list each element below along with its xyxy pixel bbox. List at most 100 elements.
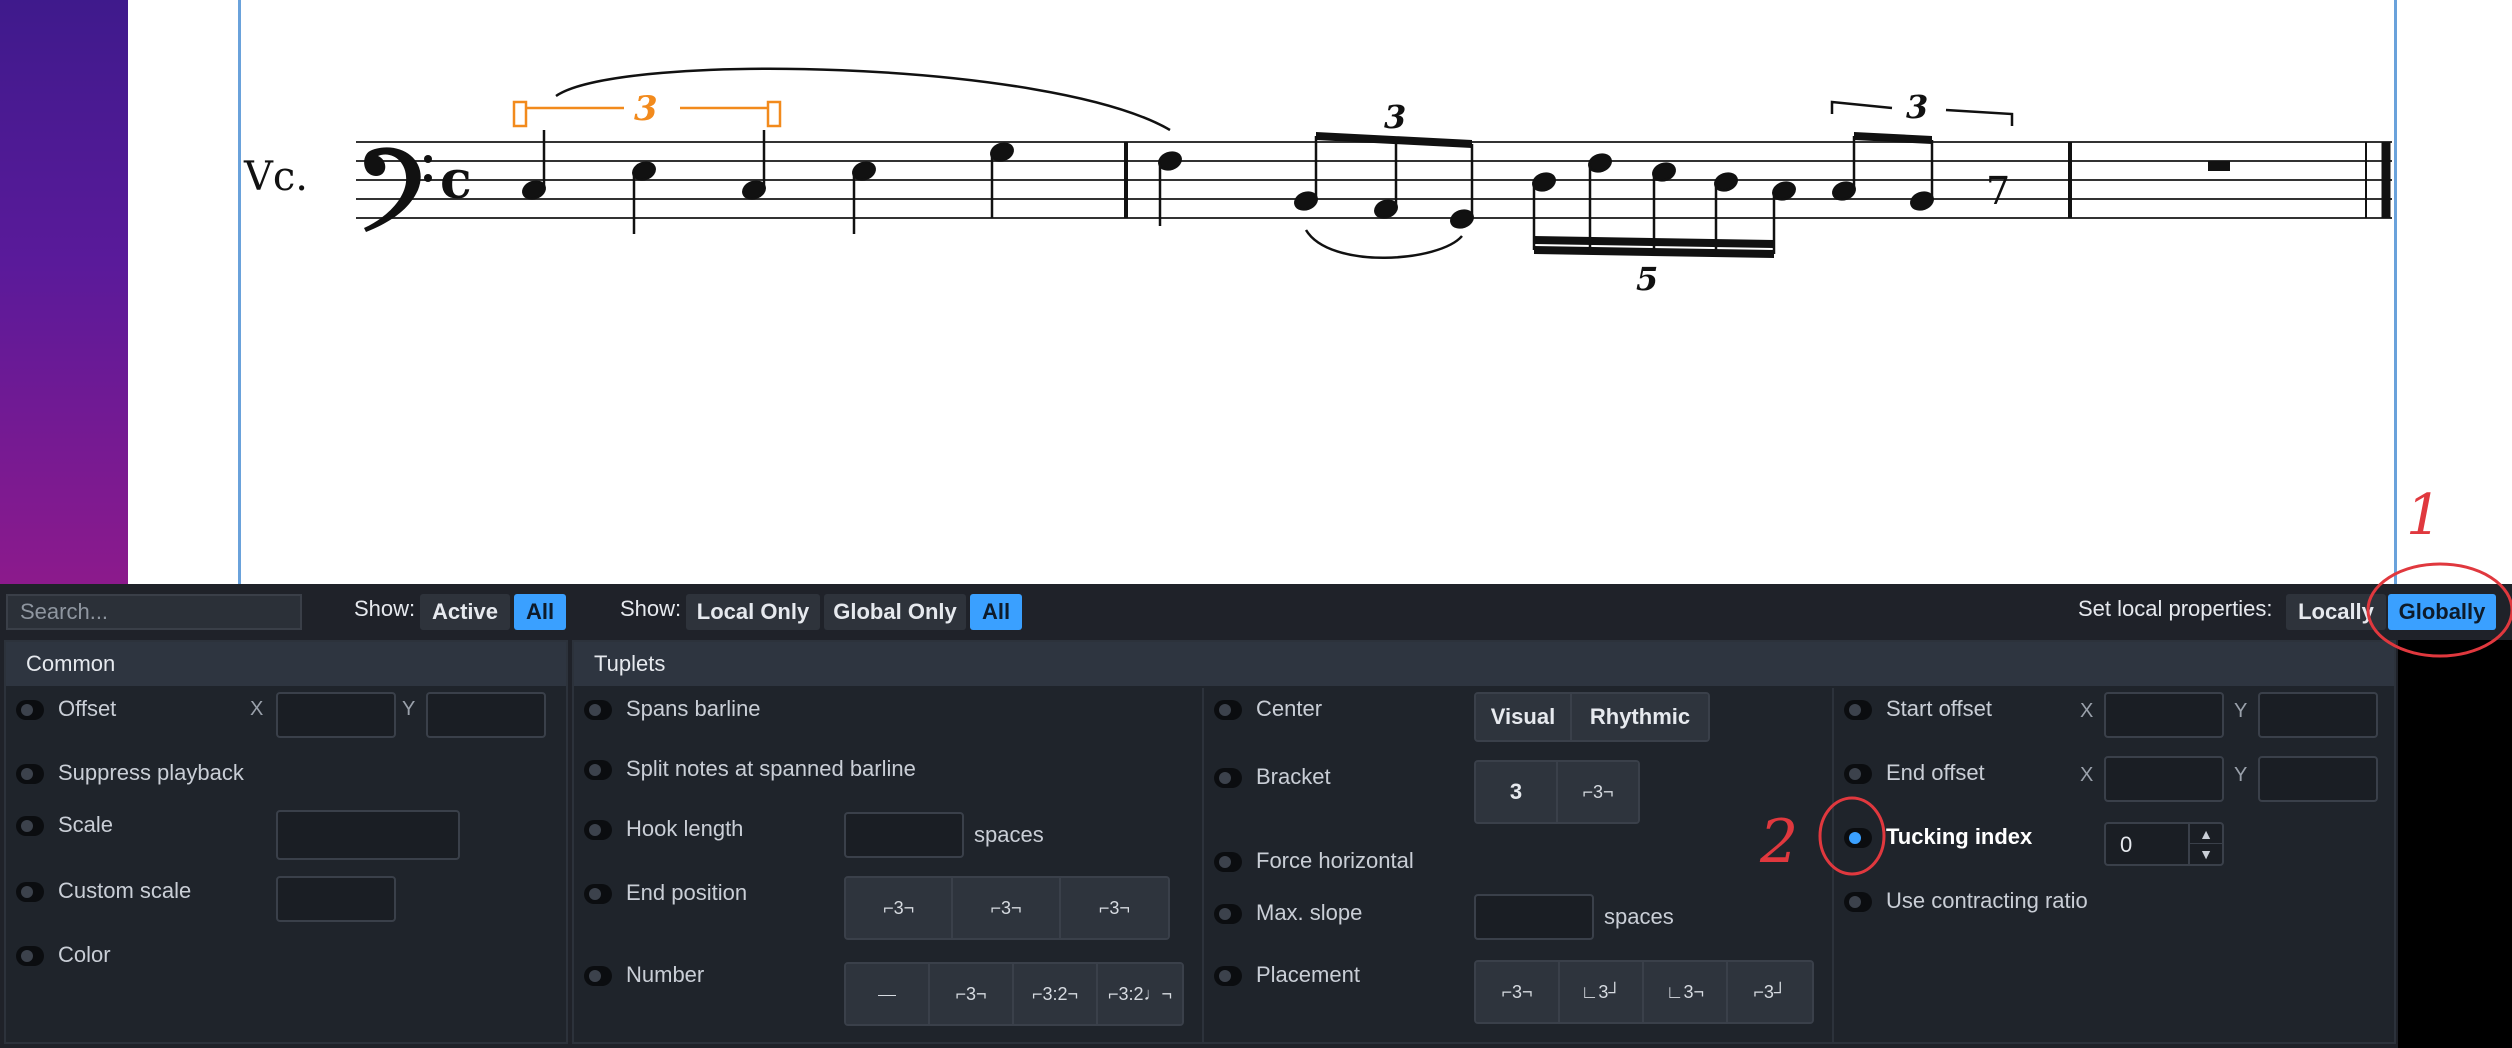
number-option-ratio[interactable]: ⌐3:2¬	[1014, 964, 1098, 1024]
measure-2-notes	[1158, 132, 1934, 258]
show-all-button[interactable]: All	[514, 594, 566, 630]
show-active-button[interactable]: Active	[420, 594, 510, 630]
tucking-index-label: Tucking index	[1886, 824, 2033, 849]
y-label: Y	[2234, 764, 2248, 786]
tuplet-number: 3	[1384, 98, 1406, 136]
tuplet-number-selected: 3	[634, 89, 658, 129]
offset-toggle[interactable]	[16, 700, 44, 720]
end-offset-x-input[interactable]	[2104, 756, 2224, 802]
end-position-option-1[interactable]: ⌐3¬	[846, 878, 954, 938]
end-offset-y-input[interactable]	[2258, 756, 2378, 802]
tuplets-panel: Tuplets Spans barline Split notes at spa…	[572, 640, 2396, 1044]
tuplet-number: 3	[1906, 88, 1928, 126]
bracket-bracket-button[interactable]: ⌐3¬	[1558, 762, 1638, 822]
number-toggle[interactable]	[584, 966, 612, 986]
locally-button[interactable]: Locally	[2286, 594, 2386, 630]
split-notes-toggle[interactable]	[584, 760, 612, 780]
bracket-none-button[interactable]: 3	[1476, 762, 1558, 822]
common-panel: Common Offset X Y Suppress playback Scal…	[4, 640, 568, 1044]
chevron-up-icon[interactable]: ▲	[2190, 824, 2222, 844]
column-divider	[1202, 688, 1204, 1044]
offset-y-input[interactable]	[426, 692, 546, 738]
placement-option-4[interactable]: ⌐3┘	[1728, 962, 1812, 1022]
set-local-properties-label: Set local properties:	[2078, 596, 2273, 621]
placement-toggle[interactable]	[1214, 966, 1242, 986]
bracket-options: 3 ⌐3¬	[1474, 760, 1640, 824]
offset-label: Offset	[58, 696, 117, 721]
x-label: X	[2080, 700, 2094, 722]
offset-x-input[interactable]	[276, 692, 396, 738]
end-position-label: End position	[626, 880, 748, 905]
use-contracting-ratio-label: Use contracting ratio	[1886, 888, 2088, 913]
end-position-toggle[interactable]	[584, 884, 612, 904]
music-notation[interactable]: Vc. c 3 7 3 5 3	[0, 0, 2512, 584]
number-label: Number	[626, 962, 705, 987]
show-label: Show:	[620, 596, 682, 621]
common-time-icon: c	[440, 150, 472, 211]
eighth-rest-icon: 7	[1986, 169, 2010, 213]
placement-option-1[interactable]: ⌐3¬	[1476, 962, 1560, 1022]
slur	[1304, 229, 1463, 259]
custom-scale-label: Custom scale	[58, 878, 192, 903]
end-offset-toggle[interactable]	[1844, 764, 1872, 784]
tucking-index-toggle[interactable]	[1844, 828, 1872, 848]
max-slope-label: Max. slope	[1256, 900, 1363, 925]
number-option-number[interactable]: ⌐3¬	[930, 964, 1014, 1024]
end-position-option-2[interactable]: ⌐3¬	[953, 878, 1061, 938]
force-horizontal-toggle[interactable]	[1214, 852, 1242, 872]
center-toggle[interactable]	[1214, 700, 1242, 720]
number-options: ⎯⎯ ⌐3¬ ⌐3:2¬ ⌐3:2♩¬	[844, 962, 1184, 1026]
max-slope-toggle[interactable]	[1214, 904, 1242, 924]
tuplet-number: 5	[1636, 260, 1658, 298]
placement-option-2[interactable]: ∟3┘	[1560, 962, 1644, 1022]
show-label: Show:	[354, 596, 416, 621]
staff-lines	[356, 141, 2392, 219]
search-input[interactable]	[6, 594, 302, 630]
panel-title: Tuplets	[574, 642, 2394, 686]
empty-area	[2398, 640, 2512, 1048]
center-options: Visual Rhythmic	[1474, 692, 1710, 742]
tucking-index-spinbox[interactable]: 0 ▲ ▼	[2104, 822, 2224, 866]
spans-barline-toggle[interactable]	[584, 700, 612, 720]
scale-toggle[interactable]	[16, 816, 44, 836]
show-global-only-button[interactable]: Global Only	[824, 594, 966, 630]
center-rhythmic-button[interactable]: Rhythmic	[1572, 694, 1708, 740]
placement-label: Placement	[1256, 962, 1360, 987]
scale-label: Scale	[58, 812, 114, 837]
x-label: X	[250, 698, 264, 720]
bracket-toggle[interactable]	[1214, 768, 1242, 788]
show-local-only-button[interactable]: Local Only	[686, 594, 820, 630]
number-option-ratio-note[interactable]: ⌐3:2♩¬	[1098, 964, 1182, 1024]
start-offset-y-input[interactable]	[2258, 692, 2378, 738]
placement-option-3[interactable]: ∟3¬	[1644, 962, 1728, 1022]
hook-length-input[interactable]	[844, 812, 964, 858]
y-label: Y	[402, 698, 416, 720]
show-all-button-2[interactable]: All	[970, 594, 1022, 630]
number-option-none[interactable]: ⎯⎯	[846, 964, 930, 1024]
start-offset-label: Start offset	[1886, 696, 1992, 721]
custom-scale-input[interactable]	[276, 876, 396, 922]
end-position-option-3[interactable]: ⌐3¬	[1060, 878, 1168, 938]
color-toggle[interactable]	[16, 946, 44, 966]
start-offset-toggle[interactable]	[1844, 700, 1872, 720]
hook-length-toggle[interactable]	[584, 820, 612, 840]
split-notes-label: Split notes at spanned barline	[626, 756, 916, 781]
spans-barline-label: Spans barline	[626, 696, 761, 721]
suppress-playback-toggle[interactable]	[16, 764, 44, 784]
globally-button[interactable]: Globally	[2388, 594, 2496, 630]
center-visual-button[interactable]: Visual	[1476, 694, 1572, 740]
start-offset-x-input[interactable]	[2104, 692, 2224, 738]
score-view[interactable]: Vc. c 3 7 3 5 3	[0, 0, 2512, 584]
force-horizontal-label: Force horizontal	[1256, 848, 1414, 873]
spaces-unit: spaces	[974, 822, 1044, 847]
tucking-index-value[interactable]: 0	[2120, 832, 2132, 858]
y-label: Y	[2234, 700, 2248, 722]
chevron-down-icon[interactable]: ▼	[2190, 844, 2222, 864]
scale-input[interactable]	[276, 810, 460, 860]
custom-scale-toggle[interactable]	[16, 882, 44, 902]
center-label: Center	[1256, 696, 1323, 721]
spin-arrows: ▲ ▼	[2188, 824, 2222, 864]
spaces-unit: spaces	[1604, 904, 1674, 929]
max-slope-input[interactable]	[1474, 894, 1594, 940]
use-contracting-ratio-toggle[interactable]	[1844, 892, 1872, 912]
